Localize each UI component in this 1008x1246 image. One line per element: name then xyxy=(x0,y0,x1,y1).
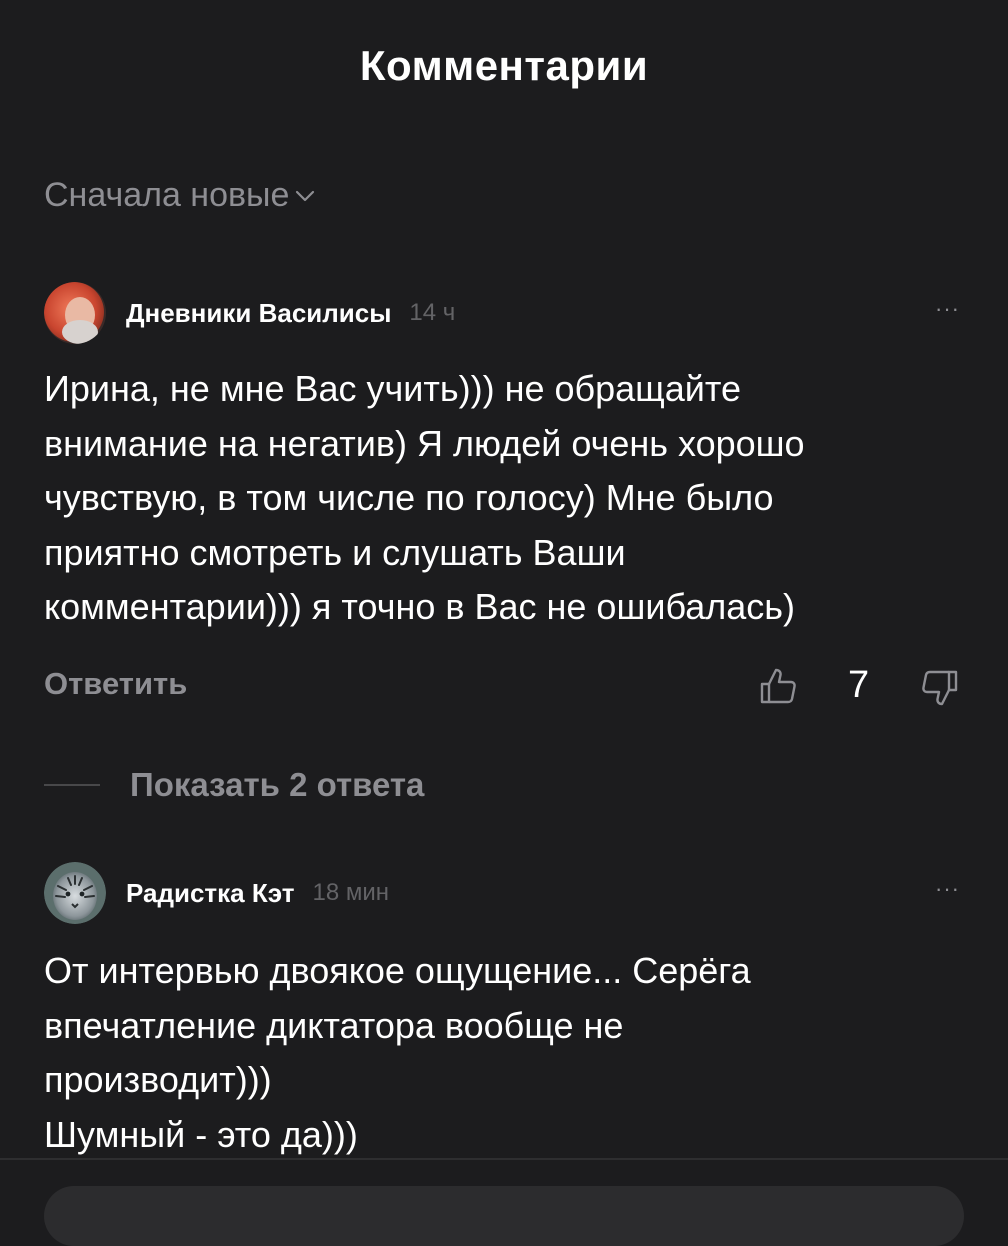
comment-author[interactable]: Радистка Кэт xyxy=(126,878,294,909)
comment-body: Ирина, не мне Вас учить))) не обращайте … xyxy=(44,362,964,635)
sort-label: Сначала новые xyxy=(44,176,290,214)
page-title: Комментарии xyxy=(359,42,649,89)
sort-dropdown[interactable]: Сначала новые xyxy=(44,176,317,215)
divider xyxy=(0,1158,1008,1160)
avatar[interactable] xyxy=(44,282,106,344)
comment-author[interactable]: Дневники Василисы xyxy=(126,298,391,329)
comment-line: впечатление диктатора вообще не xyxy=(44,1004,624,1046)
like-count: 7 xyxy=(848,664,870,706)
show-replies-label: Показать 2 ответа xyxy=(130,766,425,803)
more-options-icon[interactable]: ··· xyxy=(935,878,960,900)
comment-line: Шумный - это да))) xyxy=(44,1113,358,1155)
comment-time: 18 мин xyxy=(312,879,389,906)
more-options-icon[interactable]: ··· xyxy=(935,298,960,320)
thumbs-up-icon[interactable] xyxy=(756,664,800,708)
comment-body: От интервью двоякое ощущение... Серёга в… xyxy=(44,944,964,1162)
comment-line: От интервью двоякое ощущение... Серёга xyxy=(44,950,751,991)
comment-line: приятно смотреть и слушать Ваши xyxy=(44,531,626,573)
comment-line: чувствую, в том числе по голосу) Мне был… xyxy=(44,477,774,518)
comment-line: внимание на негатив) Я людей очень хорош… xyxy=(44,422,805,464)
thumbs-down-icon[interactable] xyxy=(918,666,962,710)
comment-line: Ирина, не мне Вас учить))) не обращайте xyxy=(44,368,742,409)
show-replies-button[interactable]: Показать 2 ответа xyxy=(44,766,424,804)
comment-time: 14 ч xyxy=(409,299,456,326)
comment-actions: Ответить 7 xyxy=(44,658,964,714)
comment-line: комментарии))) я точно в Вас не ошибалас… xyxy=(44,586,796,627)
avatar[interactable] xyxy=(44,862,106,924)
divider-line xyxy=(44,784,100,786)
comment-line: производит))) xyxy=(44,1059,272,1100)
reply-button[interactable]: Ответить xyxy=(44,666,187,702)
chevron-down-icon xyxy=(295,185,317,207)
comment-header: Радистка Кэт 18 мин ··· xyxy=(44,862,964,924)
comment-input[interactable] xyxy=(44,1186,964,1246)
comment-header: Дневники Василисы 14 ч ··· xyxy=(44,282,964,344)
